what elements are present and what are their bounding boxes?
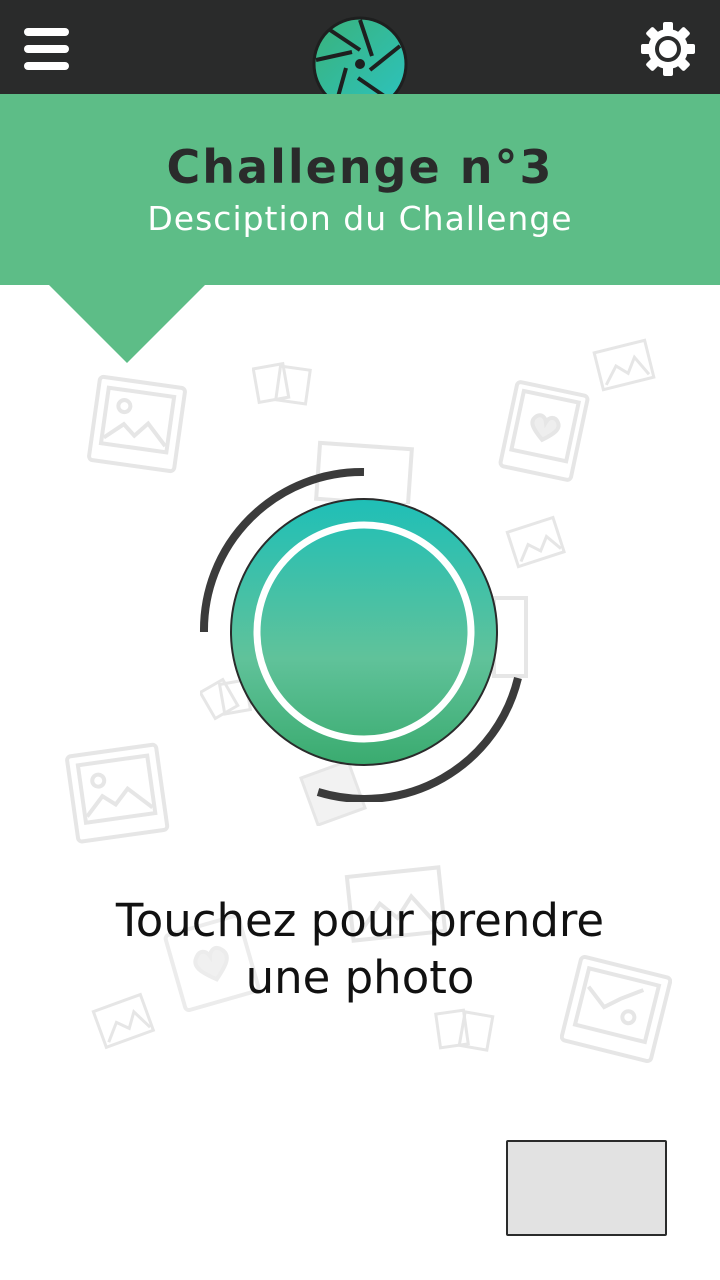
last-photo-thumbnail[interactable]	[506, 1140, 667, 1236]
photo-landscape-icon	[87, 374, 187, 474]
hamburger-menu-icon[interactable]	[24, 28, 69, 72]
gear-icon[interactable]	[640, 21, 696, 77]
banner-pointer	[48, 284, 206, 363]
photo-mountain-icon	[592, 338, 656, 392]
photo-heart-icon	[252, 361, 312, 406]
capture-prompt: Touchez pour prendre une photo	[60, 892, 660, 1006]
photo-heart-icon	[434, 1008, 495, 1052]
photo-landscape-icon	[65, 742, 170, 844]
capture-prompt-line1: Touchez pour prendre	[115, 894, 605, 947]
challenge-description: Desciption du Challenge	[147, 199, 573, 238]
capture-prompt-line2: une photo	[245, 951, 475, 1004]
shutter-button[interactable]	[196, 466, 526, 802]
challenge-title: Challenge n°3	[166, 140, 554, 194]
